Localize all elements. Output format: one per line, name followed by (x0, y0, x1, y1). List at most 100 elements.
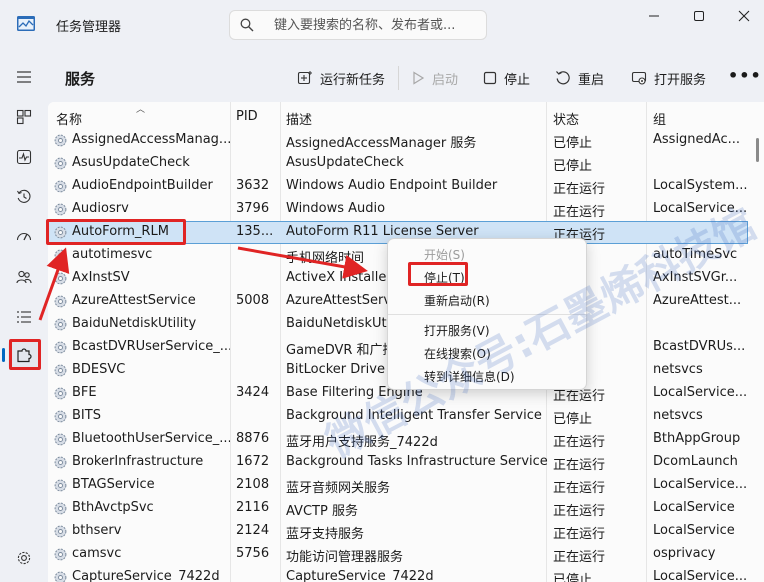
close-icon (738, 10, 750, 22)
maximize-button[interactable] (679, 4, 719, 28)
service-gear-icon (54, 157, 67, 170)
table-row[interactable]: Audiosrv 3796 Windows Audio 正在运行 LocalServic… (48, 198, 748, 221)
cell-status: 正在运行 (553, 481, 606, 496)
open-services-button[interactable]: 打开服务 (631, 68, 706, 88)
active-indicator (2, 348, 5, 362)
run-new-task-label: 运行新任务 (320, 72, 386, 88)
cell-name: autotimesvc (72, 247, 153, 262)
details-list-icon (17, 311, 31, 323)
app-title: 任务管理器 (56, 20, 122, 35)
run-new-task-button[interactable]: 运行新任务 (297, 68, 385, 88)
cell-status: 正在运行 (553, 435, 606, 450)
cell-group: LocalSystem... (653, 178, 747, 193)
start-label: 启动 (432, 72, 459, 88)
table-header: ︿ 名称 PID 描述 状态 组 (48, 102, 764, 129)
cell-status: 正在运行 (553, 527, 606, 542)
cell-status: 正在运行 (553, 550, 606, 565)
search-box[interactable] (229, 10, 487, 40)
table-row[interactable]: AssignedAccessManag... AssignedAccessMana… (48, 129, 748, 152)
toolbar-divider (398, 66, 399, 90)
cell-description: AssignedAccessManager 服务 (286, 136, 477, 151)
cell-name: BthAvctpSvc (72, 500, 154, 515)
service-gear-icon (54, 548, 67, 561)
cell-description: 功能访问管理器服务 (286, 550, 404, 565)
cell-description: AVCTP 服务 (286, 504, 358, 519)
cell-group: osprivacy (653, 546, 716, 561)
table-row[interactable]: CaptureService_7422d CaptureService_7422d… (48, 566, 748, 582)
table-row[interactable]: AudioEndpointBuilder 3632 Windows Audio En… (48, 175, 748, 198)
highlight-services-nav (9, 339, 41, 370)
table-row[interactable]: BTAGService 2108 蓝牙音频网关服务 正在运行 LocalService.… (48, 474, 748, 497)
nav-details[interactable] (8, 302, 40, 332)
cell-description: CaptureService_7422d (286, 569, 434, 582)
cell-description: 蓝牙支持服务 (286, 527, 365, 542)
history-icon (17, 189, 31, 203)
cell-name: Audiosrv (72, 201, 129, 216)
cell-description: AutoForm R11 License Server (286, 224, 479, 239)
table-row[interactable]: BrokerInfrastructure 1672 Background Tasks… (48, 451, 748, 474)
menu-item-restart[interactable]: 重新启动(R) (424, 292, 490, 309)
minimize-button[interactable] (634, 4, 674, 28)
vertical-scrollbar[interactable] (752, 102, 764, 582)
nav-processes[interactable] (8, 102, 40, 132)
table-row[interactable]: BthAvctpSvc 2116 AVCTP 服务 正在运行 LocalService (48, 497, 748, 520)
cell-description: AsusUpdateCheck (286, 155, 404, 170)
service-gear-icon (54, 571, 67, 582)
cell-group: BcastDVRUs... (653, 339, 746, 354)
search-icon (240, 18, 254, 32)
cell-group: LocalService... (653, 477, 747, 492)
cell-description: Windows Audio (286, 201, 386, 216)
cell-name: AzureAttestService (72, 293, 196, 308)
cell-pid: 5756 (236, 546, 270, 561)
startup-icon (16, 232, 32, 241)
cell-group: LocalService... (653, 569, 747, 582)
cell-name: BDESVC (72, 362, 126, 377)
hamburger-menu-button[interactable] (8, 62, 40, 92)
column-header-group[interactable]: 组 (653, 109, 666, 128)
cell-name: BaiduNetdiskUtility (72, 316, 197, 331)
cell-name: AssignedAccessManag... (72, 132, 230, 147)
hamburger-icon (17, 71, 31, 83)
cell-pid: 2108 (236, 477, 270, 492)
cell-name: CaptureService_7422d (72, 569, 220, 582)
table-row[interactable]: AsusUpdateCheck AsusUpdateCheck 已停止 (48, 152, 748, 175)
cell-name: BITS (72, 408, 101, 423)
restart-button[interactable]: 重启 (555, 68, 604, 88)
cell-name: BrokerInfrastructure (72, 454, 204, 469)
search-input[interactable] (274, 15, 479, 35)
column-header-pid[interactable]: PID (236, 109, 258, 124)
table-row[interactable]: bthserv 2124 蓝牙支持服务 正在运行 LocalService (48, 520, 748, 543)
column-header-name[interactable]: 名称 (56, 109, 82, 128)
stop-button[interactable]: 停止 (483, 68, 530, 88)
cell-group: LocalService... (653, 385, 747, 400)
cell-description: 蓝牙音频网关服务 (286, 481, 391, 496)
sort-caret-icon: ︿ (136, 105, 146, 115)
nav-users[interactable] (8, 262, 40, 292)
cell-pid: 3796 (236, 201, 270, 216)
column-header-status[interactable]: 状态 (553, 109, 579, 128)
nav-app-history[interactable] (8, 182, 40, 212)
service-gear-icon (54, 318, 67, 331)
nav-startup[interactable] (8, 222, 40, 252)
nav-settings[interactable] (8, 543, 40, 573)
column-header-description[interactable]: 描述 (286, 109, 312, 128)
start-button[interactable]: 启动 (411, 68, 458, 88)
cell-name: BTAGService (72, 477, 155, 492)
stop-icon (483, 71, 497, 85)
service-gear-icon (54, 387, 67, 400)
service-gear-icon (54, 134, 67, 147)
cell-group: LocalService (653, 523, 735, 538)
nav-performance[interactable] (8, 142, 40, 172)
open-services-icon (631, 71, 647, 85)
close-button[interactable] (724, 4, 764, 28)
menu-item-start[interactable]: 开始(S) (424, 246, 465, 263)
cell-pid: 135... (236, 224, 274, 239)
cell-name: camsvc (72, 546, 122, 561)
cell-pid: 8876 (236, 431, 270, 446)
service-gear-icon (54, 456, 67, 469)
scrollbar-thumb[interactable] (756, 138, 759, 162)
users-icon (16, 270, 32, 284)
more-options-button[interactable]: ••• (728, 66, 762, 85)
table-row[interactable]: camsvc 5756 功能访问管理器服务 正在运行 osprivacy (48, 543, 748, 566)
gear-icon (17, 551, 31, 565)
